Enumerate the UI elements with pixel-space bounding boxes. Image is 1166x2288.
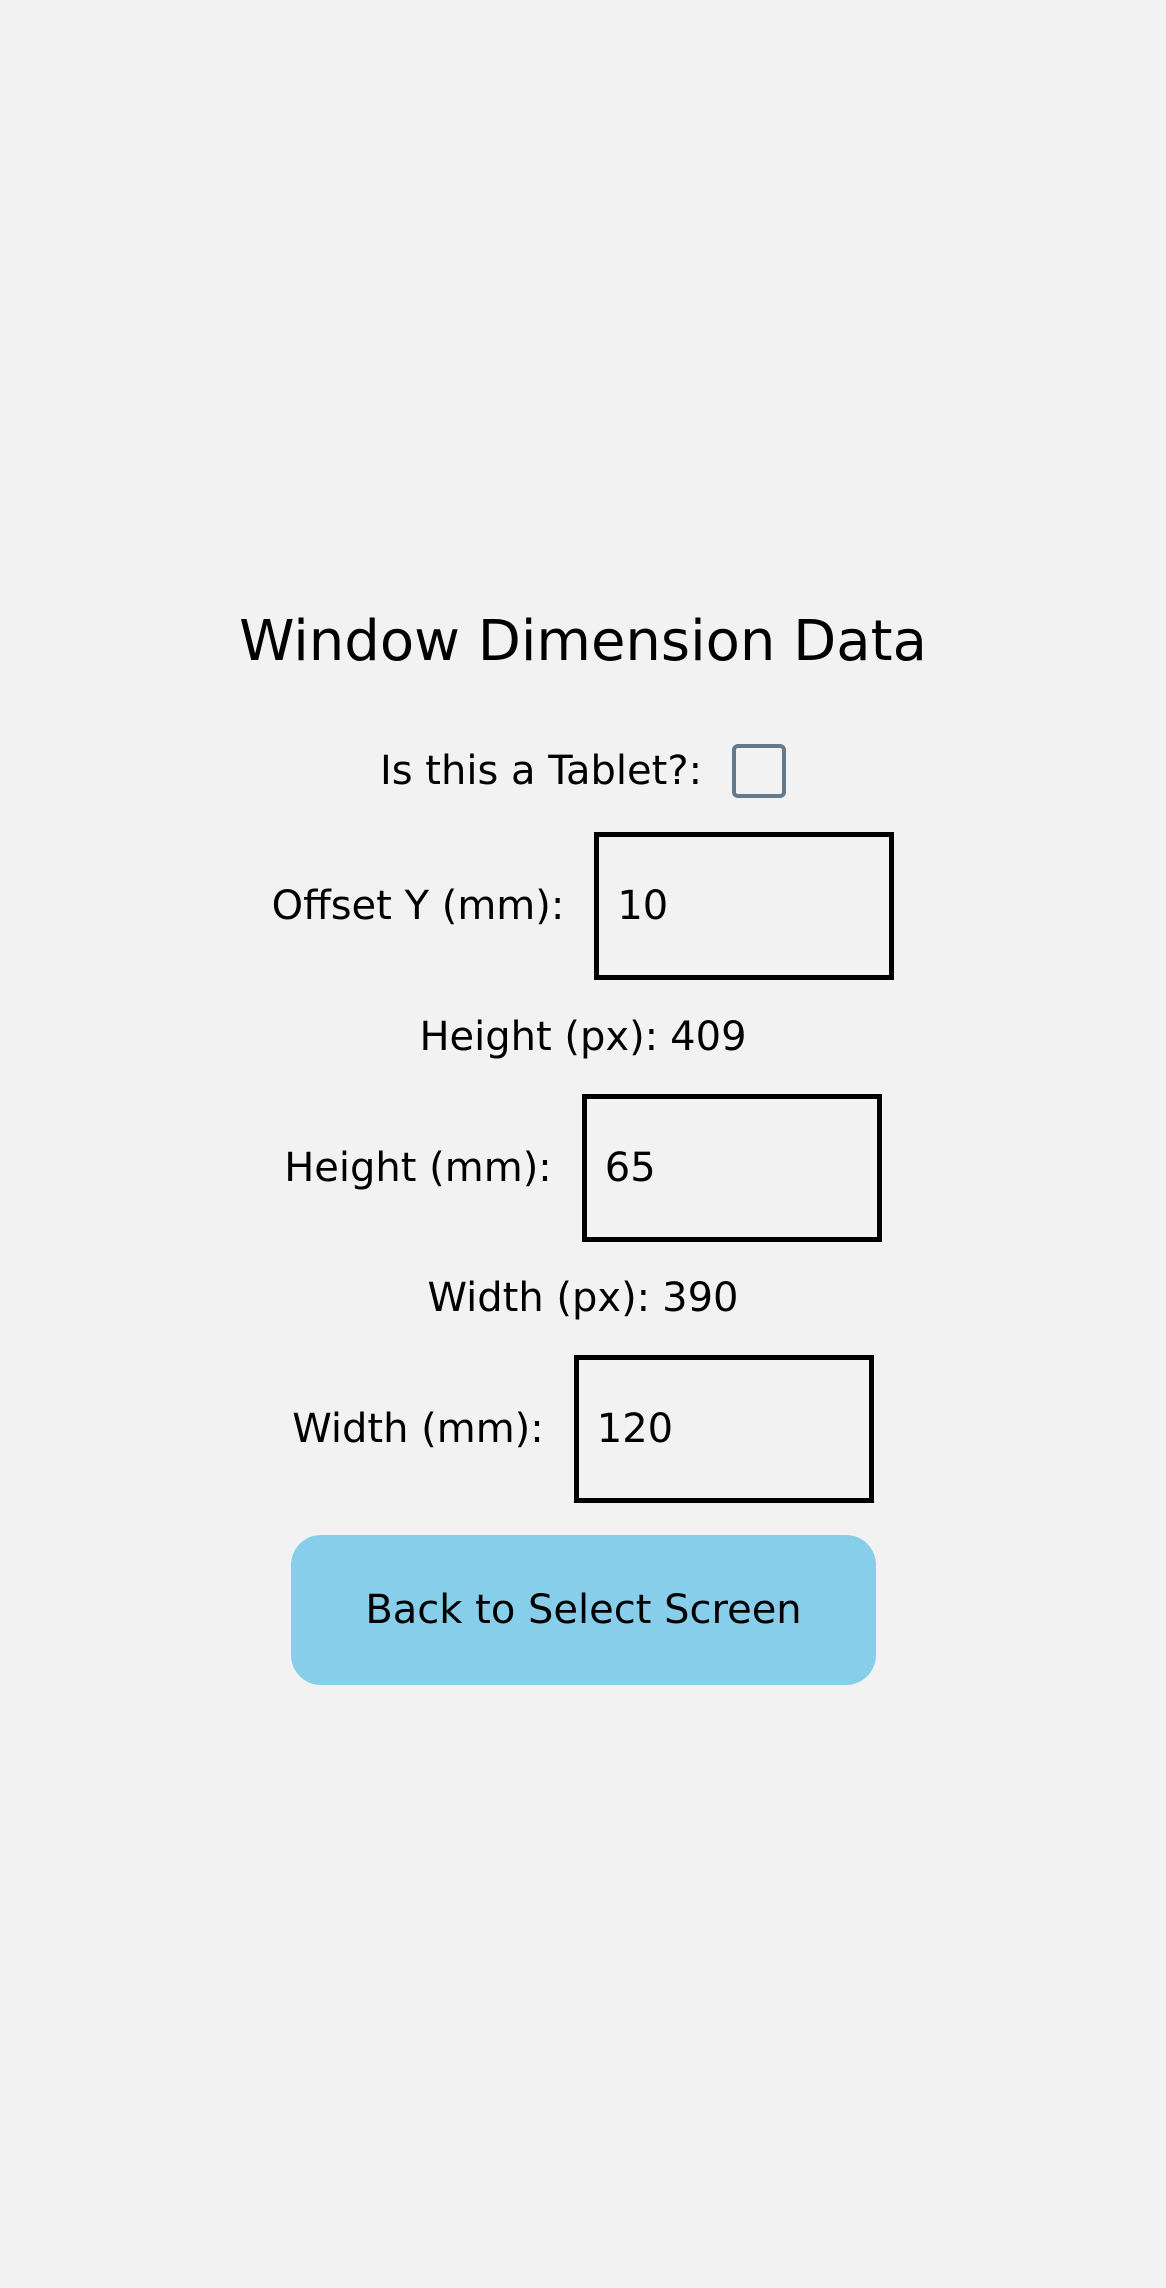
height-px-row: Height (px): 409 — [0, 1009, 1166, 1065]
height-mm-input[interactable] — [581, 1094, 882, 1242]
width-mm-row: Width (mm): — [0, 1355, 1166, 1503]
width-px-label: Width (px): — [427, 1275, 651, 1321]
width-px-value: 390 — [662, 1275, 739, 1321]
tablet-checkbox[interactable] — [732, 744, 787, 798]
page-title: Window Dimension Data — [239, 609, 927, 674]
back-to-select-screen-button[interactable]: Back to Select Screen — [291, 1535, 876, 1685]
offset-y-input[interactable] — [594, 832, 895, 980]
height-px-label: Height (px): — [419, 1014, 659, 1060]
height-mm-label: Height (mm): — [284, 1145, 552, 1191]
tablet-label: Is this a Tablet?: — [379, 748, 703, 794]
width-mm-label: Width (mm): — [292, 1406, 544, 1452]
width-px-text: Width (px): 390 — [427, 1272, 738, 1324]
height-px-text: Height (px): 409 — [419, 1011, 746, 1063]
tablet-row: Is this a Tablet?: — [0, 740, 1166, 802]
window-dimension-screen: Window Dimension Data Is this a Tablet?:… — [0, 0, 1166, 2288]
offset-y-label: Offset Y (mm): — [271, 883, 565, 929]
width-mm-input[interactable] — [573, 1355, 874, 1503]
offset-y-row: Offset Y (mm): — [0, 832, 1166, 980]
height-mm-row: Height (mm): — [0, 1094, 1166, 1242]
height-px-value: 409 — [670, 1014, 747, 1060]
width-px-row: Width (px): 390 — [0, 1270, 1166, 1326]
